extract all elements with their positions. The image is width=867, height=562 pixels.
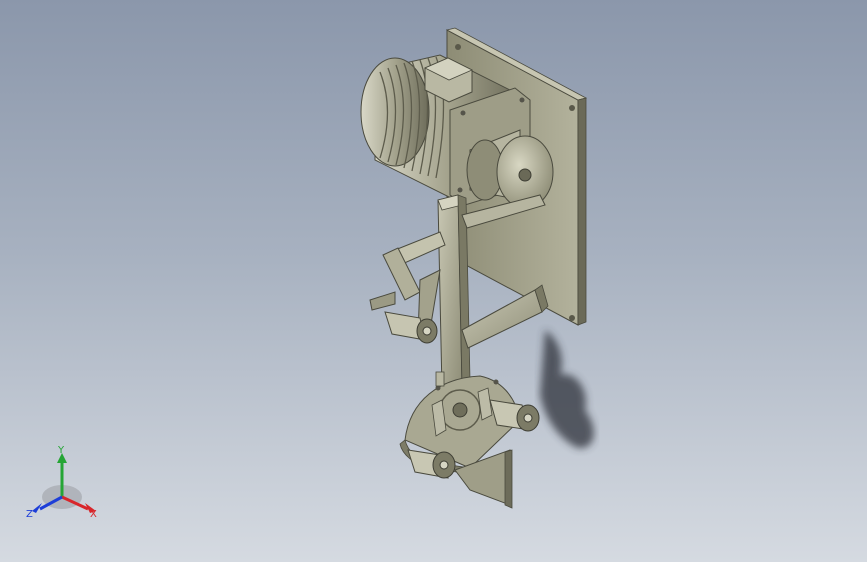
drop-shadow [540,330,594,449]
z-axis-label: Z [26,509,33,520]
adjustment-bolt[interactable] [435,371,445,387]
cad-viewport[interactable]: Y X Z [0,0,867,562]
x-axis-label: X [90,509,97,520]
axis-triad: Y X Z [26,445,97,520]
y-axis-label: Y [57,445,65,456]
assembly-model[interactable] [0,0,867,562]
contact-wheel-lower[interactable] [407,449,456,479]
